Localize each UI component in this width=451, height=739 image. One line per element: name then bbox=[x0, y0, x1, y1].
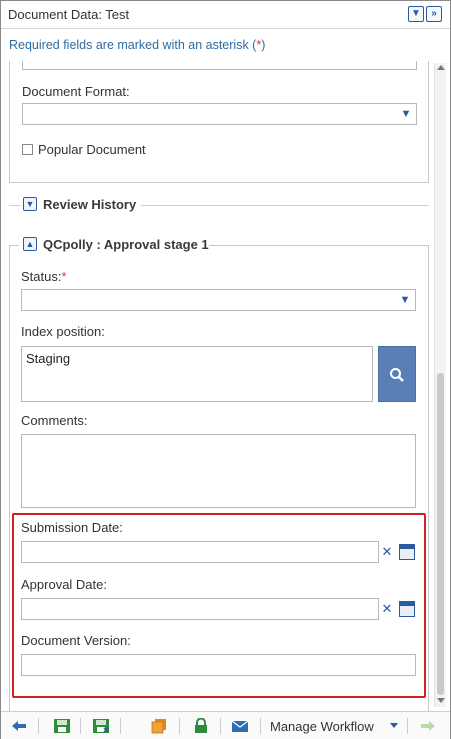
toolbar-separator bbox=[120, 718, 121, 734]
comments-label: Comments: bbox=[21, 413, 88, 428]
email-icon[interactable] bbox=[231, 718, 249, 734]
double-chevron-right-icon[interactable]: » bbox=[426, 6, 442, 22]
required-note-end: ) bbox=[261, 38, 266, 52]
panel-title: Document Data: Test bbox=[8, 7, 130, 22]
toolbar-separator bbox=[80, 718, 81, 734]
scroll-up-icon[interactable] bbox=[437, 65, 445, 70]
comments-textarea[interactable] bbox=[21, 434, 416, 508]
scrollbar-thumb[interactable] bbox=[437, 373, 444, 695]
status-select[interactable]: ▼ bbox=[21, 289, 416, 311]
toolbar-separator bbox=[220, 718, 221, 734]
document-fieldset: Document Format: ▼ Popular Document bbox=[9, 61, 429, 183]
index-position-value: Staging bbox=[26, 351, 71, 366]
previous-field-input[interactable] bbox=[22, 61, 417, 70]
index-position-label: Index position: bbox=[21, 324, 105, 339]
manage-workflow-dropdown-icon[interactable] bbox=[390, 723, 398, 728]
popular-document-label: Popular Document bbox=[38, 142, 146, 157]
status-label: Status:* bbox=[21, 269, 67, 284]
review-history-rule-left bbox=[9, 205, 21, 206]
forward-arrow-icon[interactable] bbox=[419, 718, 437, 734]
document-format-select[interactable]: ▼ bbox=[22, 103, 417, 125]
status-label-text: Status: bbox=[21, 269, 62, 284]
approval-stage-collapse-icon[interactable]: ▲ bbox=[23, 237, 37, 251]
required-fields-note: Required fields are marked with an aster… bbox=[9, 38, 265, 52]
document-data-panel: Document Data: Test ▼ » Required fields … bbox=[0, 0, 451, 739]
chevron-down-icon[interactable]: ▼ bbox=[398, 106, 414, 122]
popular-document-checkbox[interactable] bbox=[22, 144, 33, 155]
review-history-expand-icon[interactable]: ▼ bbox=[23, 197, 37, 211]
vertical-scrollbar[interactable] bbox=[434, 63, 446, 707]
chevron-down-icon[interactable]: ▼ bbox=[397, 292, 413, 308]
manage-workflow-button[interactable]: Manage Workflow bbox=[270, 719, 374, 734]
toolbar-separator bbox=[407, 718, 408, 734]
footer-toolbar: Manage Workflow bbox=[1, 711, 450, 739]
index-position-field[interactable]: Staging bbox=[21, 346, 373, 402]
toolbar-separator bbox=[38, 718, 39, 734]
index-search-button[interactable] bbox=[378, 346, 416, 402]
lock-icon[interactable] bbox=[192, 718, 210, 734]
search-icon bbox=[390, 368, 404, 383]
review-history-rule-right bbox=[141, 205, 429, 206]
toolbar-separator bbox=[260, 718, 261, 734]
back-arrow-icon[interactable] bbox=[10, 718, 28, 734]
approval-stage-label[interactable]: QCpolly : Approval stage 1 bbox=[43, 237, 209, 252]
panel-titlebar: Document Data: Test ▼ » bbox=[1, 1, 450, 29]
toolbar-separator bbox=[179, 718, 180, 734]
copy-icon[interactable] bbox=[150, 718, 168, 734]
highlight-box bbox=[12, 513, 426, 698]
required-note-text: Required fields are marked with an aster… bbox=[9, 38, 257, 52]
save-close-icon[interactable] bbox=[92, 718, 110, 734]
filter-icon[interactable]: ▼ bbox=[408, 6, 424, 22]
save-icon[interactable] bbox=[53, 718, 71, 734]
scroll-down-icon[interactable] bbox=[437, 698, 445, 703]
document-format-label: Document Format: bbox=[22, 84, 130, 99]
review-history-label[interactable]: Review History bbox=[43, 197, 136, 212]
status-required-star: * bbox=[61, 269, 67, 284]
